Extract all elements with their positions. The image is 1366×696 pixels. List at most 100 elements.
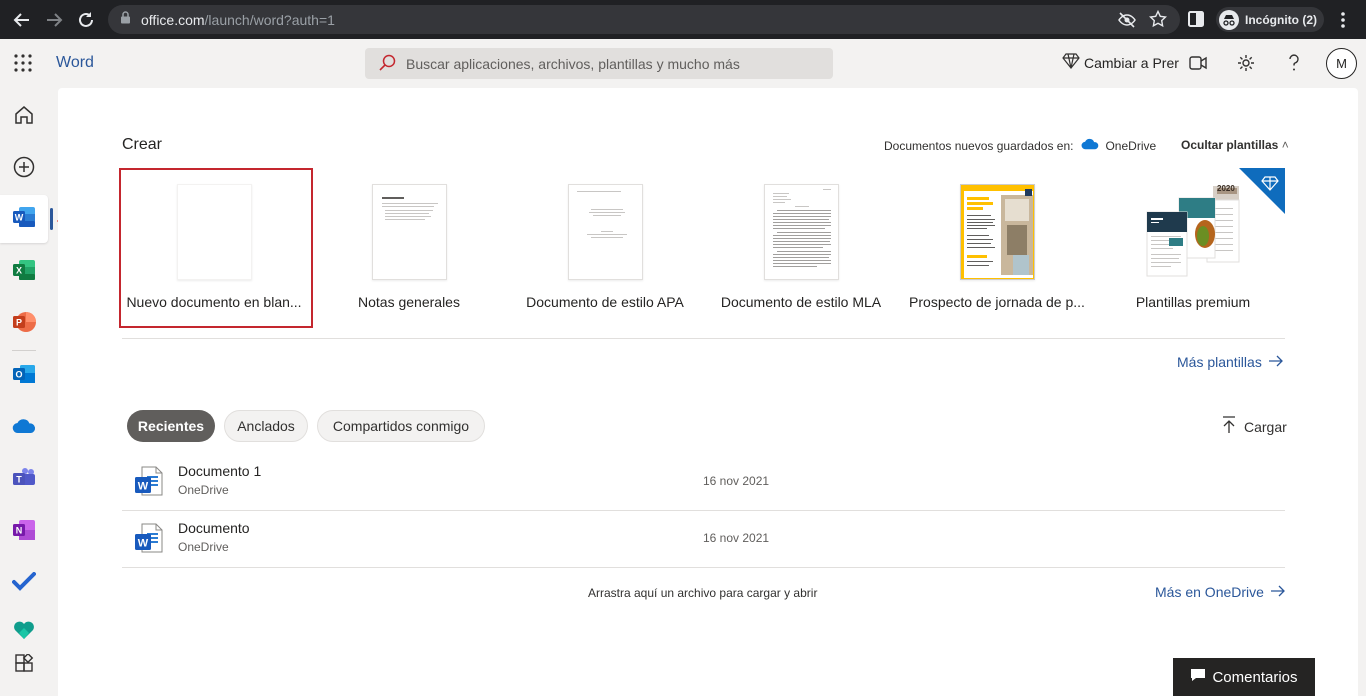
more-onedrive-label: Más en OneDrive [1155, 584, 1264, 600]
comment-icon [1190, 668, 1206, 686]
address-bar[interactable]: office.com/launch/word?auth=1 [108, 5, 1180, 34]
file-date: 16 nov 2021 [703, 474, 770, 488]
file-location: OneDrive [178, 540, 229, 554]
lock-icon [120, 10, 131, 29]
app-name[interactable]: Word [56, 54, 94, 72]
drag-drop-hint: Arrastra aquí un archivo para cargar y a… [588, 586, 818, 600]
account-avatar[interactable]: M [1326, 48, 1357, 79]
rail-separator [12, 350, 36, 351]
premium-label: Cambiar a Prer [1084, 54, 1179, 71]
back-icon[interactable] [10, 8, 34, 32]
incognito-badge[interactable]: Incógnito (2) [1216, 7, 1324, 32]
sidepanel-icon[interactable] [1188, 11, 1204, 32]
help-icon[interactable] [1284, 53, 1304, 73]
rail-all-apps[interactable] [0, 642, 48, 690]
svg-text:W: W [138, 481, 149, 493]
highlight-box [119, 168, 313, 328]
browser-menu-icon[interactable] [1338, 11, 1348, 34]
svg-text:X: X [16, 265, 22, 275]
template-general-notes[interactable]: Notas generales [316, 184, 502, 310]
diamond-icon [1062, 53, 1080, 72]
tab-recent[interactable]: Recientes [127, 410, 215, 442]
hide-templates-button[interactable]: Ocultar plantillas ˄ [1181, 138, 1289, 152]
reload-icon[interactable] [74, 8, 98, 32]
word-app-icon: W [12, 206, 36, 233]
template-thumbnail [763, 184, 839, 280]
template-label: Plantillas premium [1135, 294, 1251, 310]
hide-templates-label: Ocultar plantillas [1181, 138, 1279, 152]
tab-pinned[interactable]: Anclados [224, 410, 308, 442]
saved-in-info: Documentos nuevos guardados en: OneDrive [884, 138, 1156, 153]
arrow-right-icon [1268, 354, 1284, 370]
feedback-label: Comentarios [1212, 668, 1298, 686]
file-row[interactable]: W Documento 1 OneDrive 16 nov 2021 [122, 454, 1285, 511]
excel-app-icon: X [12, 259, 36, 286]
rail-active-indicator [50, 208, 53, 230]
svg-text:W: W [138, 538, 149, 550]
template-thumbnail [567, 184, 643, 280]
rail-word[interactable]: W [0, 195, 48, 243]
template-mla-document[interactable]: Documento de estilo MLA [708, 184, 894, 310]
todo-check-icon [12, 571, 36, 597]
settings-gear-icon[interactable] [1236, 53, 1256, 73]
template-thumbnail [371, 184, 447, 280]
more-onedrive-link[interactable]: Más en OneDrive [1155, 584, 1286, 600]
svg-text:N: N [16, 525, 23, 535]
template-label: Prospecto de jornada de p... [909, 294, 1085, 310]
browser-toolbar: office.com/launch/word?auth=1 Incógnito … [0, 0, 1366, 39]
teams-app-icon: T [12, 467, 36, 494]
more-templates-label: Más plantillas [1177, 354, 1262, 370]
eye-off-icon[interactable] [1118, 11, 1136, 34]
premium-diamond-badge [1239, 168, 1285, 214]
svg-text:O: O [15, 369, 22, 379]
rail-onenote[interactable]: N [0, 508, 48, 556]
forward-icon[interactable] [42, 8, 66, 32]
svg-text:P: P [16, 317, 22, 327]
incognito-label: Incógnito (2) [1245, 12, 1317, 27]
rail-excel[interactable]: X [0, 248, 48, 296]
main-content: Crear Documentos nuevos guardados en: On… [58, 88, 1358, 696]
tab-shared-with-me[interactable]: Compartidos conmigo [317, 410, 485, 442]
rail-create[interactable] [0, 145, 48, 193]
rail-teams[interactable]: T [0, 456, 48, 504]
url-host: office.com [141, 11, 205, 28]
file-name[interactable]: Documento 1 [178, 463, 261, 479]
rail-todo[interactable] [0, 560, 48, 608]
meet-now-icon[interactable] [1188, 53, 1208, 73]
search-input[interactable]: Buscar aplicaciones, archivos, plantilla… [406, 56, 740, 72]
rail-powerpoint[interactable]: P [0, 300, 48, 348]
search-box[interactable]: Buscar aplicaciones, archivos, plantilla… [365, 48, 833, 79]
template-label: Notas generales [358, 294, 460, 310]
arrow-right-icon [1270, 584, 1286, 600]
template-apa-document[interactable]: Documento de estilo APA [512, 184, 698, 310]
file-date: 16 nov 2021 [703, 531, 770, 545]
template-open-day-flyer[interactable]: Prospecto de jornada de p... [904, 184, 1090, 310]
svg-text:W: W [15, 212, 24, 222]
onedrive-small-icon [1081, 138, 1099, 153]
star-icon[interactable] [1148, 9, 1168, 33]
create-title: Crear [122, 136, 163, 153]
rail-outlook[interactable]: O [0, 352, 48, 400]
apps-grid-icon [14, 652, 34, 679]
onedrive-cloud-icon [12, 418, 36, 439]
app-rail: W X P O T N [0, 88, 58, 696]
file-row[interactable]: W Documento OneDrive 16 nov 2021 [122, 511, 1285, 568]
more-templates-link[interactable]: Más plantillas [1177, 354, 1284, 370]
word-file-icon: W [134, 523, 164, 558]
file-name[interactable]: Documento [178, 520, 250, 536]
incognito-icon [1219, 9, 1239, 30]
template-label: Documento de estilo APA [526, 294, 684, 310]
app-launcher-icon[interactable] [14, 54, 32, 72]
chevron-up-icon: ˄ [1281, 138, 1289, 152]
section-divider [122, 338, 1285, 339]
rail-onedrive[interactable] [0, 404, 48, 452]
premium-button[interactable]: Cambiar a Prer [1062, 53, 1179, 72]
word-file-icon: W [134, 466, 164, 501]
feedback-button[interactable]: Comentarios [1173, 658, 1315, 696]
template-label: Documento de estilo MLA [720, 294, 882, 310]
rail-home[interactable] [0, 93, 48, 141]
upload-button[interactable]: Cargar [1222, 416, 1287, 437]
saved-in-location[interactable]: OneDrive [1105, 139, 1156, 153]
template-thumbnail [959, 184, 1035, 280]
upload-icon [1222, 416, 1236, 437]
